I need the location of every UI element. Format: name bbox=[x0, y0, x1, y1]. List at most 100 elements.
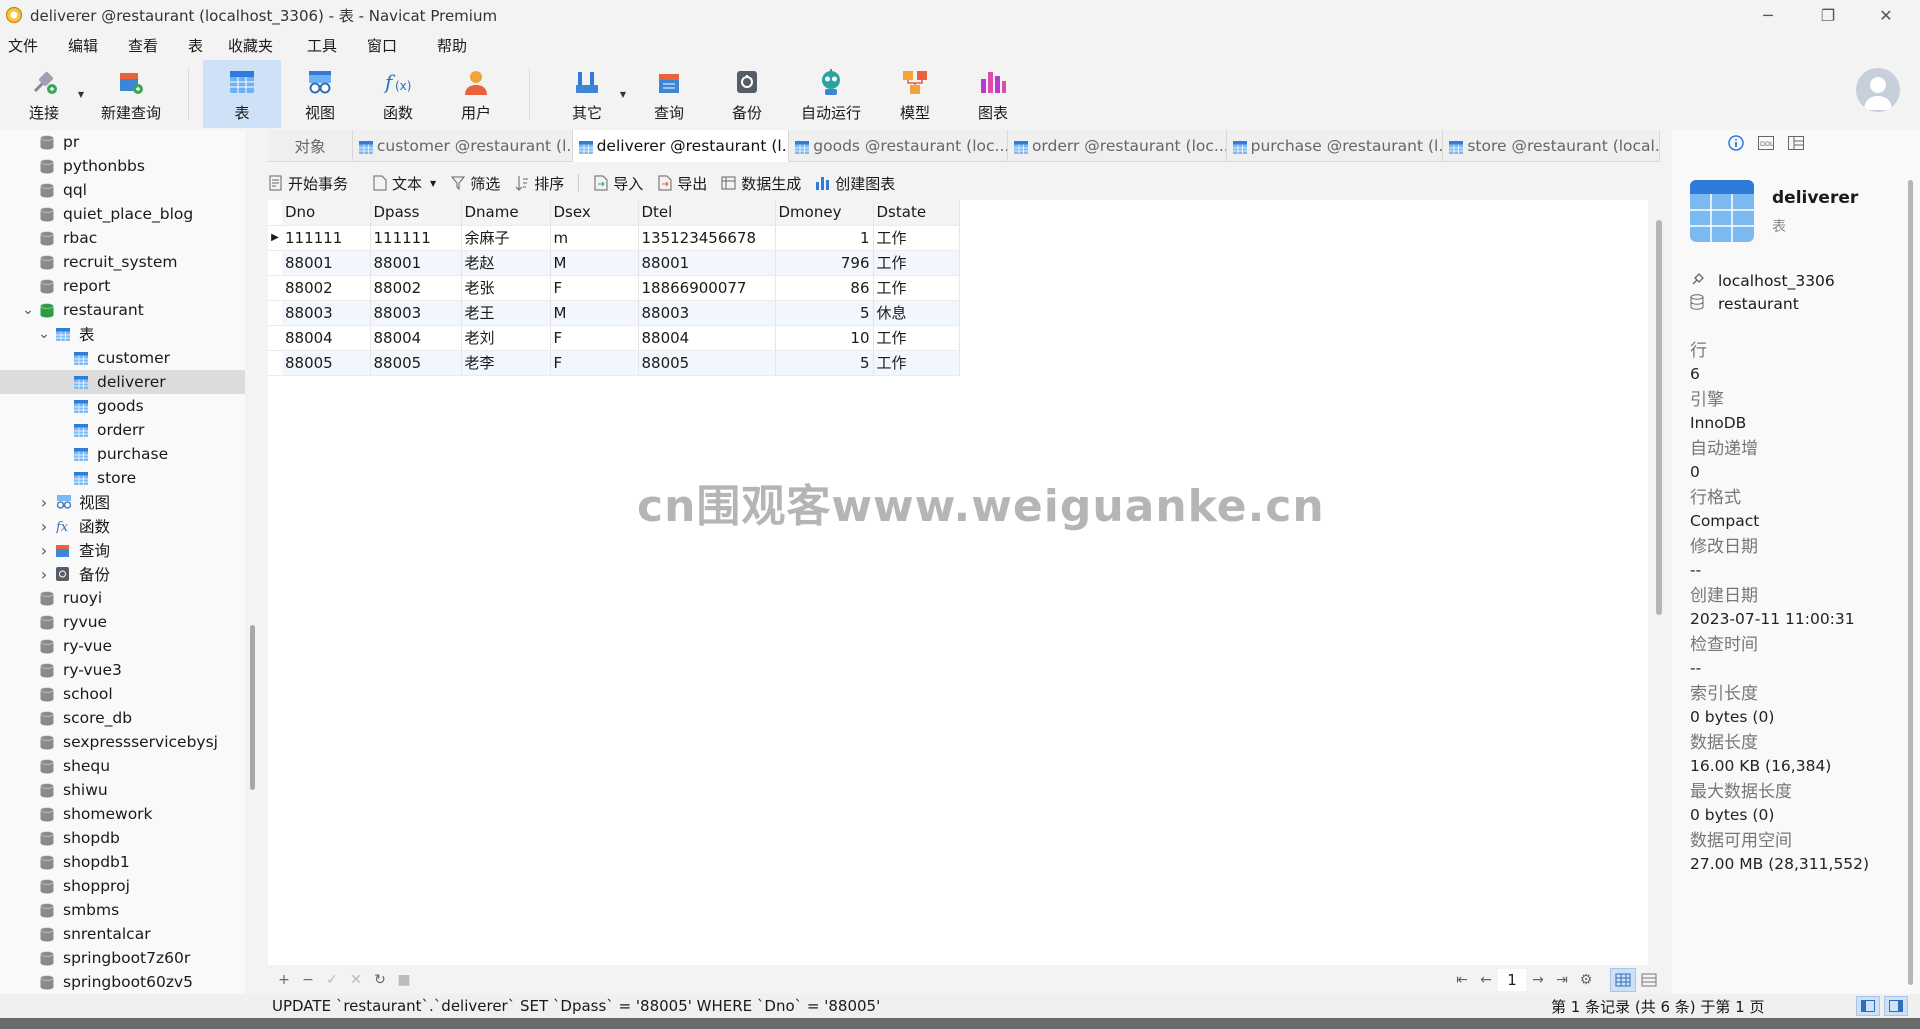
menu-tools[interactable]: 工具 bbox=[307, 35, 367, 56]
tree-folder-tables[interactable]: ⌄ 表 bbox=[0, 322, 245, 346]
tree-table-goods[interactable]: goods bbox=[0, 394, 245, 418]
new-query-button[interactable]: 新建查询 bbox=[88, 60, 174, 128]
grid-view-button[interactable] bbox=[1610, 968, 1636, 992]
table-cell[interactable]: 88001 bbox=[370, 250, 462, 276]
column-header-dstate[interactable]: Dstate bbox=[873, 200, 960, 226]
discard-changes-button[interactable]: ✕ bbox=[344, 972, 368, 988]
tree-database-item[interactable]: shomework bbox=[0, 802, 245, 826]
minimize-button[interactable]: ─ bbox=[1740, 0, 1796, 30]
table-button[interactable]: 表 bbox=[203, 60, 281, 128]
table-row[interactable]: 88005 88005 老李 F 88005 5 工作 bbox=[268, 350, 960, 376]
chevron-down-icon[interactable]: ▼ bbox=[620, 90, 626, 99]
tree-database-item[interactable]: school bbox=[0, 682, 245, 706]
page-number-input[interactable]: 1 bbox=[1498, 969, 1526, 991]
close-button[interactable]: ✕ bbox=[1858, 0, 1914, 30]
last-page-button[interactable]: ⇥ bbox=[1550, 972, 1574, 988]
view-button[interactable]: 视图 bbox=[281, 60, 359, 128]
chevron-down-icon[interactable]: ⌄ bbox=[22, 302, 34, 318]
table-cell[interactable]: 135123456678 bbox=[638, 225, 776, 251]
tree-database-restaurant[interactable]: ⌄ restaurant bbox=[0, 298, 245, 322]
menu-table[interactable]: 表 bbox=[188, 35, 228, 56]
tree-database-item[interactable]: shopdb bbox=[0, 826, 245, 850]
model-button[interactable]: 模型 bbox=[876, 60, 954, 128]
maximize-button[interactable]: ❐ bbox=[1800, 0, 1856, 30]
tree-database-item[interactable]: ry-vue3 bbox=[0, 658, 245, 682]
table-cell[interactable]: 18866900077 bbox=[638, 275, 776, 301]
tree-database-item[interactable]: qql bbox=[0, 178, 245, 202]
column-header-dmoney[interactable]: Dmoney bbox=[775, 200, 874, 226]
tree-database-item[interactable]: rbac bbox=[0, 226, 245, 250]
table-cell[interactable]: 88003 bbox=[370, 300, 462, 326]
connect-button[interactable]: 连接 ▼ bbox=[0, 60, 88, 128]
table-cell[interactable]: 老李 bbox=[461, 350, 551, 376]
table-cell[interactable]: 88002 bbox=[370, 275, 462, 301]
table-cell[interactable]: F bbox=[550, 325, 639, 351]
table-cell[interactable]: 10 bbox=[775, 325, 874, 351]
tree-table-purchase[interactable]: purchase bbox=[0, 442, 245, 466]
menu-edit[interactable]: 编辑 bbox=[68, 35, 128, 56]
next-page-button[interactable]: → bbox=[1526, 972, 1550, 988]
table-row[interactable]: ▶ 111111 111111 余麻子 m 135123456678 1 工作 bbox=[268, 225, 960, 251]
previous-page-button[interactable]: ← bbox=[1474, 972, 1498, 988]
tree-database-item[interactable]: ruoyi bbox=[0, 586, 245, 610]
table-cell[interactable]: 老张 bbox=[461, 275, 551, 301]
table-row[interactable]: 88004 88004 老刘 F 88004 10 工作 bbox=[268, 325, 960, 351]
grid-settings-button[interactable]: ⚙ bbox=[1574, 972, 1598, 988]
tree-database-item[interactable]: quiet_place_blog bbox=[0, 202, 245, 226]
query-button[interactable]: 查询 bbox=[630, 60, 708, 128]
table-cell[interactable]: 88005 bbox=[282, 350, 371, 376]
tree-database-item[interactable]: smbms bbox=[0, 898, 245, 922]
other-button[interactable]: 其它 ▼ bbox=[544, 60, 630, 128]
function-button[interactable]: f (x) 函数 bbox=[359, 60, 437, 128]
grid-scrollbar[interactable] bbox=[1656, 220, 1662, 615]
tab-5[interactable]: purchase @restaurant (l... bbox=[1227, 130, 1444, 162]
tree-database-item[interactable]: shequ bbox=[0, 754, 245, 778]
tab-0[interactable]: 对象 bbox=[268, 130, 353, 162]
menu-favorites[interactable]: 收藏夹 bbox=[228, 35, 307, 56]
tree-table-orderr[interactable]: orderr bbox=[0, 418, 245, 442]
tree-table-customer[interactable]: customer bbox=[0, 346, 245, 370]
tree-database-item[interactable]: snrentalcar bbox=[0, 922, 245, 946]
tree-database-item[interactable]: pythonbbs bbox=[0, 154, 245, 178]
tree-database-item[interactable]: shiwu bbox=[0, 778, 245, 802]
table-cell[interactable]: 1 bbox=[775, 225, 874, 251]
tree-database-item[interactable]: shopdb1 bbox=[0, 850, 245, 874]
tree-table-store[interactable]: store bbox=[0, 466, 245, 490]
row-selector[interactable] bbox=[268, 300, 282, 326]
table-cell[interactable]: M bbox=[550, 250, 639, 276]
table-cell[interactable]: 88005 bbox=[638, 350, 776, 376]
form-view-button[interactable] bbox=[1636, 968, 1662, 992]
row-selector[interactable] bbox=[268, 250, 282, 276]
table-cell[interactable]: 88004 bbox=[638, 325, 776, 351]
menu-window[interactable]: 窗口 bbox=[367, 35, 437, 56]
table-row[interactable]: 88001 88001 老赵 M 88001 796 工作 bbox=[268, 250, 960, 276]
table-cell[interactable]: 88004 bbox=[370, 325, 462, 351]
tab-1[interactable]: customer @restaurant (l... bbox=[353, 130, 573, 162]
tree-scrollbar[interactable] bbox=[250, 625, 255, 790]
tree-database-item[interactable]: pr bbox=[0, 130, 245, 154]
tree-database-item[interactable]: springboot7z60r bbox=[0, 946, 245, 970]
export-button[interactable]: 导出 bbox=[657, 173, 707, 194]
table-cell[interactable]: 88004 bbox=[282, 325, 371, 351]
filter-button[interactable]: 筛选 bbox=[450, 173, 500, 194]
column-header-dno[interactable]: Dno bbox=[282, 200, 371, 226]
table-cell[interactable]: 5 bbox=[775, 350, 874, 376]
table-cell[interactable]: 86 bbox=[775, 275, 874, 301]
chevron-down-icon[interactable]: ⌄ bbox=[38, 326, 50, 342]
table-cell[interactable]: 工作 bbox=[873, 225, 960, 251]
tree-folder-query[interactable]: › 查询 bbox=[0, 538, 245, 562]
apply-changes-button[interactable]: ✓ bbox=[320, 972, 344, 988]
table-cell[interactable]: 88001 bbox=[282, 250, 371, 276]
data-grid[interactable]: Dno Dpass Dname Dsex Dtel Dmoney Dstate ▶ 11111… bbox=[268, 200, 1648, 965]
tree-folder-backup[interactable]: › 备份 bbox=[0, 562, 245, 586]
row-selector[interactable] bbox=[268, 350, 282, 376]
table-cell[interactable]: 111111 bbox=[370, 225, 462, 251]
text-button[interactable]: 文本 ▼ bbox=[372, 173, 436, 194]
table-cell[interactable]: 休息 bbox=[873, 300, 960, 326]
table-cell[interactable]: 88005 bbox=[370, 350, 462, 376]
table-cell[interactable]: M bbox=[550, 300, 639, 326]
backup-button[interactable]: 备份 bbox=[708, 60, 786, 128]
chevron-right-icon[interactable]: › bbox=[38, 541, 50, 560]
table-cell[interactable]: 老王 bbox=[461, 300, 551, 326]
add-record-button[interactable]: + bbox=[272, 972, 296, 988]
